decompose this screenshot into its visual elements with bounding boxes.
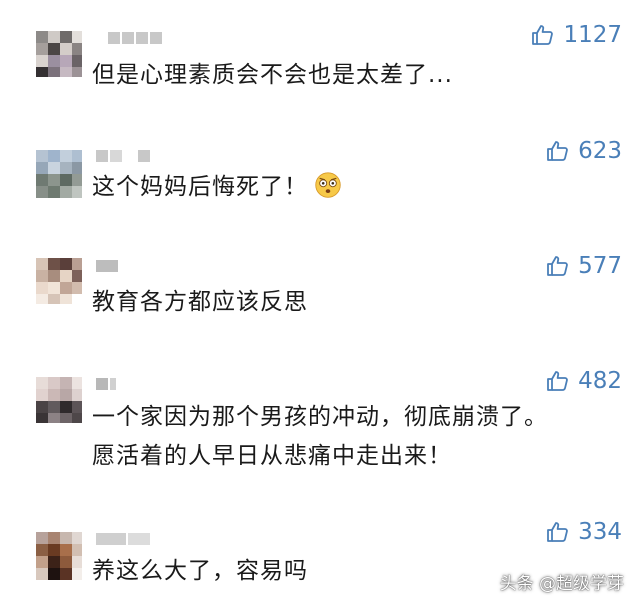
like-count: 334 [578,519,622,545]
comment-text: 这个妈妈后悔死了！ [92,168,620,207]
username-blurred[interactable] [96,533,166,547]
thumbs-up-icon [547,141,568,161]
like-count: 623 [578,138,622,164]
username-blurred[interactable] [108,32,178,46]
thumbs-up-icon [547,522,568,542]
comment-text: 但是心理素质会不会也是太差了... [92,62,453,88]
thumbs-up-icon [532,25,554,45]
username-blurred[interactable] [96,260,166,274]
astonished-face-emoji [315,172,341,198]
avatar[interactable] [36,532,82,580]
like-count: 1127 [563,22,622,48]
comment-text: 一个家因为那个男孩的冲动，彻底崩溃了。 愿活着的人早日从悲痛中走出来！ [92,398,620,476]
username-blurred[interactable] [96,378,166,392]
watermark: 头条 @超级学芽 [499,574,624,594]
like-count: 577 [578,253,622,279]
avatar[interactable] [36,258,82,304]
like-button[interactable]: 623 [546,136,622,166]
like-button[interactable]: 1127 [531,20,622,50]
comment-text-line: 一个家因为那个男孩的冲动，彻底崩溃了。 [92,404,548,430]
comment-text-content: 这个妈妈后悔死了！ [92,174,308,200]
comment-text: 教育各方都应该反思 [92,289,308,315]
like-button[interactable]: 334 [546,517,622,547]
avatar[interactable] [36,150,82,198]
avatar[interactable] [36,377,82,423]
like-button[interactable]: 577 [546,251,622,281]
avatar[interactable] [36,31,82,77]
like-count: 482 [578,368,622,394]
like-button[interactable]: 482 [546,366,622,396]
thumbs-up-icon [547,371,568,391]
username-blurred[interactable] [96,150,166,164]
comment-text-line: 愿活着的人早日从悲痛中走出来！ [92,443,452,469]
thumbs-up-icon [547,256,568,276]
